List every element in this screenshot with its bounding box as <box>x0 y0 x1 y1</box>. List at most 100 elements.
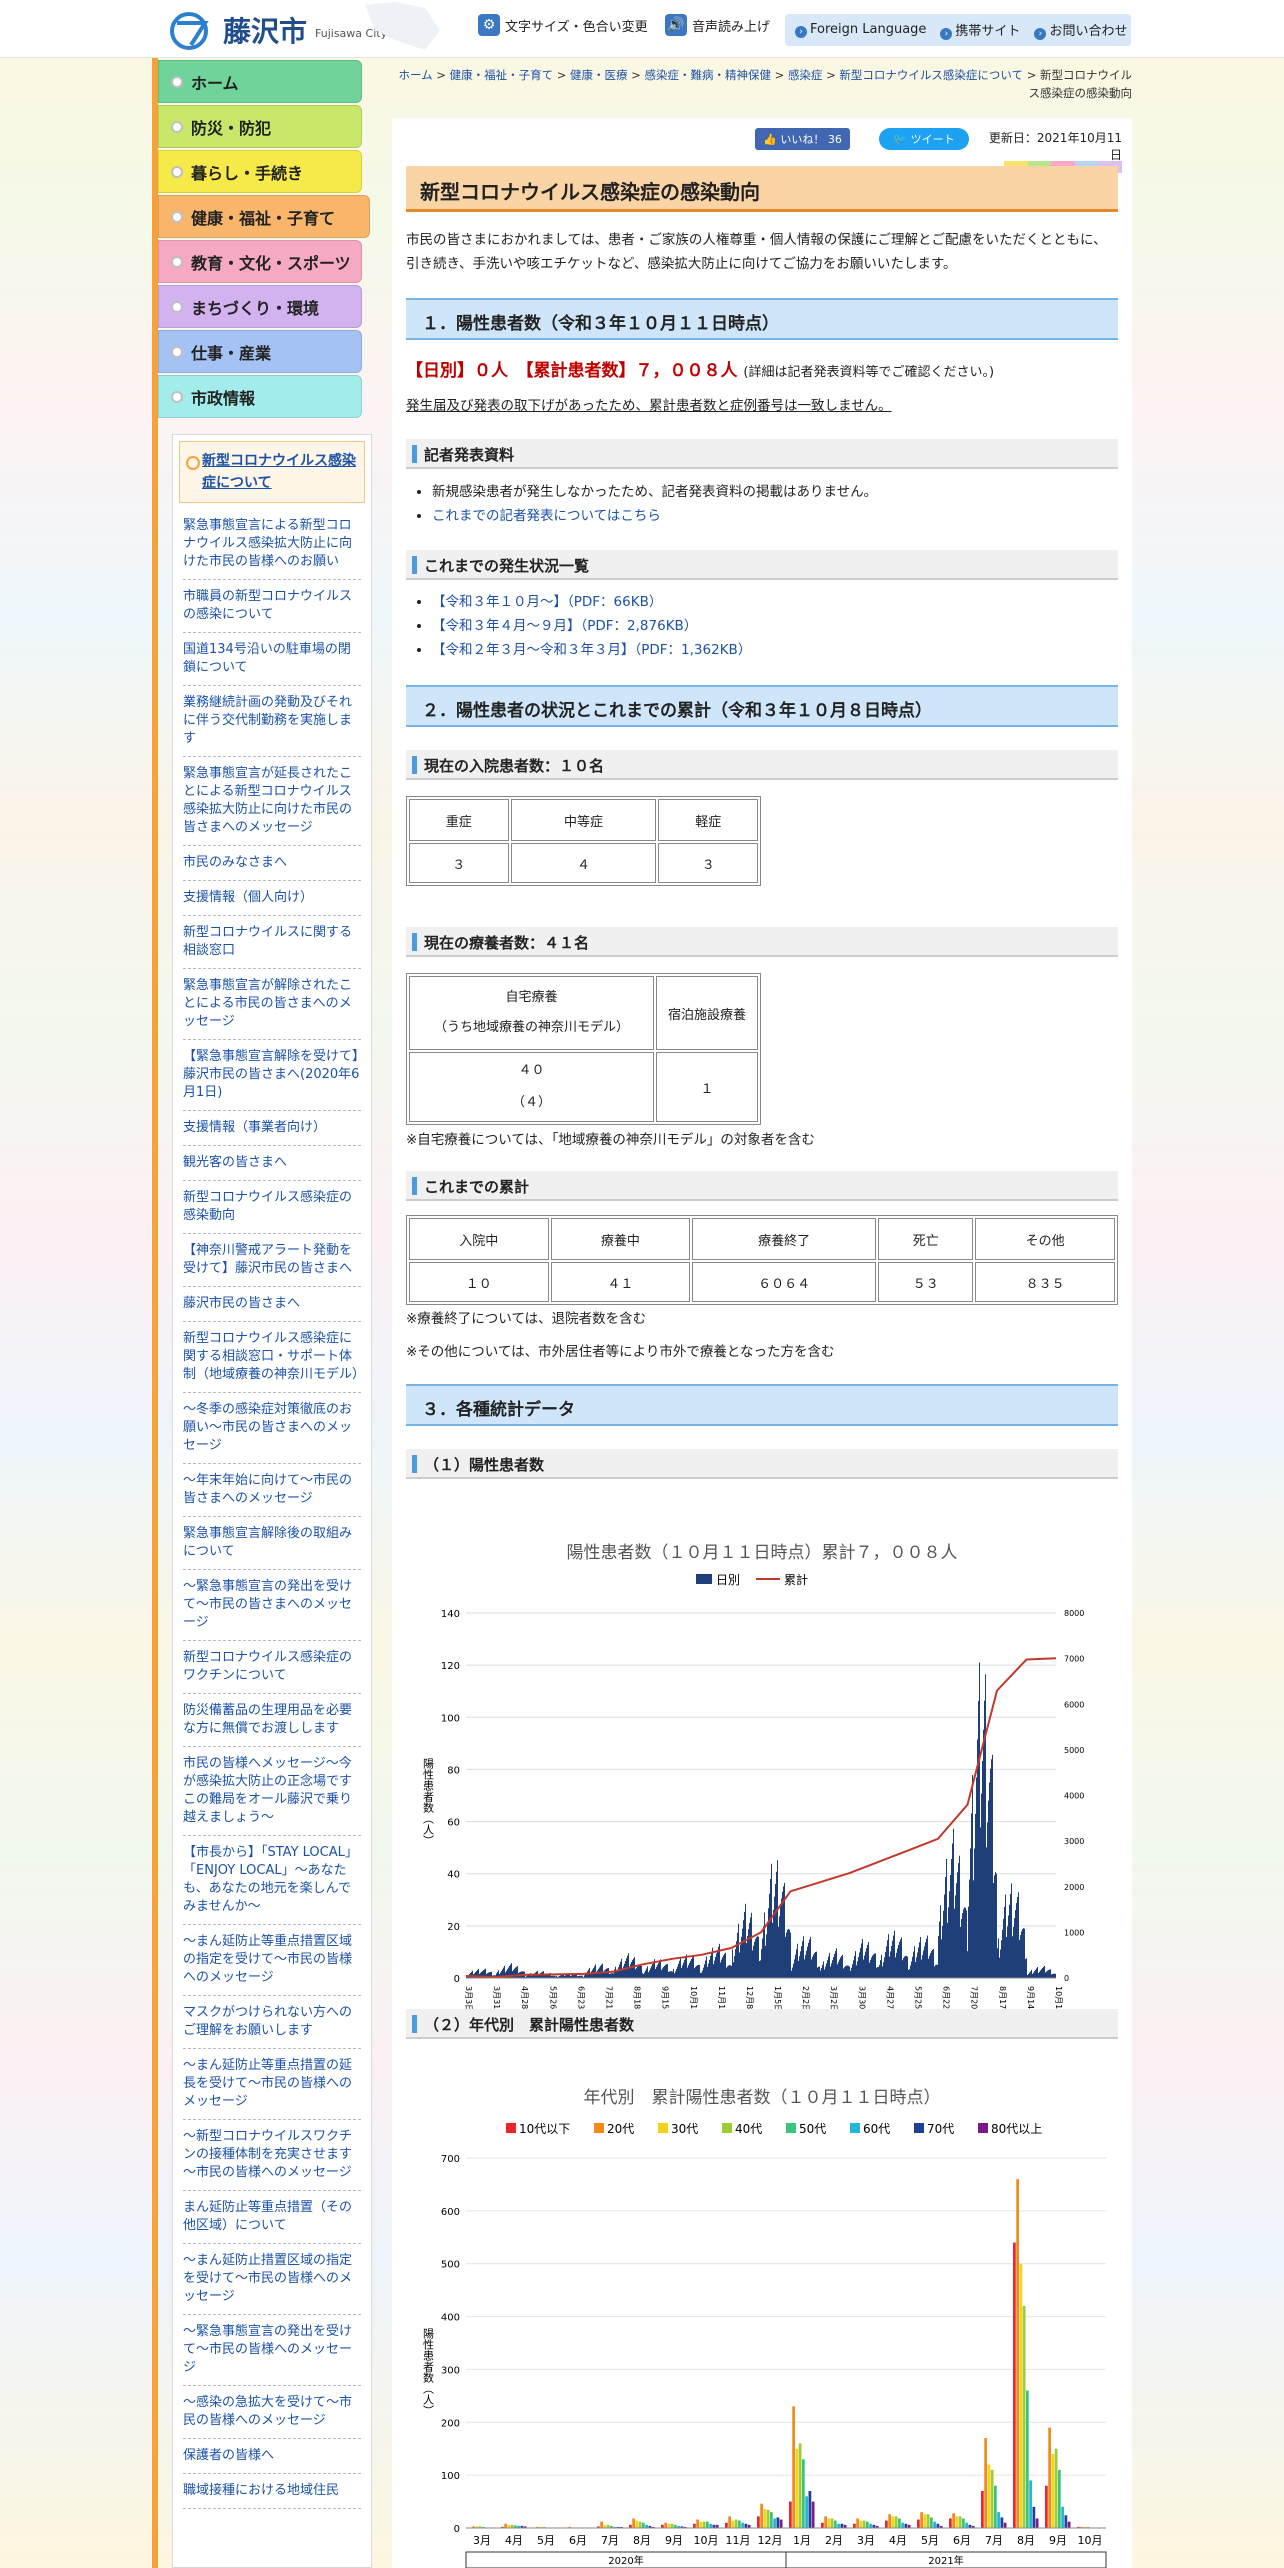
sub-nav-link[interactable]: 新型コロナウイルスに関する相談窓口 <box>183 916 361 969</box>
daily-bar <box>627 1955 628 1978</box>
daily-bar <box>859 1952 860 1978</box>
sub-nav-link[interactable]: 新型コロナウイルス感染症に関する相談窓口・サポート体制（地域療養の神奈川モデル） <box>183 1322 365 1393</box>
sub-nav-link[interactable]: 防災備蓄品の生理用品を必要な方に無償でお渡しします <box>183 1694 361 1747</box>
sub-nav-link[interactable]: 【市長から】「STAY LOCAL」「ENJOY LOCAL」～あなたも、あなた… <box>183 1836 361 1925</box>
legend-swatch <box>786 2123 796 2133</box>
y-tick-label: 60 <box>447 1818 460 1829</box>
sub-nav-link[interactable]: マスクがつけられない方へのご理解をお願いします <box>183 1996 361 2049</box>
daily-bar <box>1020 1935 1021 1978</box>
daily-bar <box>845 1966 846 1978</box>
y2-tick-label: 1000 <box>1064 1928 1084 1937</box>
table-header: 療養終了 <box>692 1218 877 1260</box>
daily-bar <box>830 1966 831 1978</box>
breadcrumb-link[interactable]: 新型コロナウイルス感染症について <box>839 68 1023 82</box>
history-link[interactable]: 【令和２年３月～令和３年３月】（PDF：1,362KB） <box>432 638 751 662</box>
sub-nav-link[interactable]: ～冬季の感染症対策徹底のお願い～市民の皆さまへのメッセージ <box>183 1393 361 1464</box>
sub-nav-link[interactable]: 緊急事態宣言が解除されたことによる市民の皆さまへのメッセージ <box>183 969 361 1040</box>
daily-bar <box>840 1957 841 1978</box>
sub-nav-link[interactable]: 保護者の皆様へ <box>183 2439 361 2474</box>
daily-bar <box>989 1782 990 1978</box>
daily-bar <box>850 1970 851 1978</box>
nav-item[interactable]: ホーム <box>158 60 362 103</box>
sub-nav-link[interactable]: まん延防止等重点措置（その他区域）について <box>183 2191 361 2244</box>
sub-nav-link[interactable]: 緊急事態宣言解除後の取組みについて <box>183 1517 361 1570</box>
breadcrumb-link[interactable]: 健康・医療 <box>570 68 628 82</box>
daily-bar <box>812 1956 813 1978</box>
cumulative-note-1: ※療養終了については、退院者数を含む <box>406 1311 647 1327</box>
sub-nav-link[interactable]: 【緊急事態宣言解除を受けて】藤沢市民の皆さまへ(2020年6月1日) <box>183 1040 361 1111</box>
daily-bar <box>759 1960 760 1978</box>
daily-bar <box>787 1929 788 1978</box>
bar <box>1048 2427 1051 2528</box>
press-link[interactable]: これまでの記者発表についてはこちら <box>432 504 877 528</box>
sub-nav-link[interactable]: 緊急事態宣言による新型コロナウイルス感染拡大防止に向けた市民の皆様へのお願い <box>183 509 361 580</box>
nav-item[interactable]: 仕事・産業 <box>158 330 362 373</box>
voice-button[interactable]: 🔊 音声読み上げ <box>665 14 770 36</box>
nav-item[interactable]: 暮らし・手続き <box>158 150 362 193</box>
mobile-site-link[interactable]: › 携帯サイト <box>940 20 1020 40</box>
nav-item[interactable]: まちづくり・環境 <box>158 285 362 328</box>
sub-nav-link[interactable]: ～年末年始に向けて～市民の皆さまへのメッセージ <box>183 1464 361 1517</box>
sub-nav-link[interactable]: ～まん延防止等重点措置区域の指定を受けて～市民の皆様へのメッセージ <box>183 1925 361 1996</box>
breadcrumb-link[interactable]: ホーム <box>398 68 432 82</box>
breadcrumb-link[interactable]: 感染症 <box>788 68 823 82</box>
sub-nav-link[interactable]: 市民のみなさまへ <box>183 846 361 881</box>
daily-bar <box>1003 1918 1004 1978</box>
sub-nav-link[interactable]: 職域接種における地域住民 <box>183 2474 361 2509</box>
breadcrumb-link[interactable]: 健康・福祉・子育て <box>450 68 554 82</box>
daily-bar <box>1026 1958 1027 1978</box>
sub-nav-link[interactable]: 市職員の新型コロナウイルスの感染について <box>183 580 361 633</box>
daily-bar <box>831 1963 832 1978</box>
daily-bar <box>781 1898 782 1978</box>
breadcrumb-link[interactable]: 感染症・難病・精神保健 <box>644 68 771 82</box>
sub-nav-title[interactable]: 新型コロナウイルス感染症について <box>179 441 365 503</box>
sub-nav-link[interactable]: 市民の皆様へメッセージ～今が感染拡大防止の正念場です この難局をオール藤沢で乗り… <box>183 1747 361 1836</box>
sub-nav-link[interactable]: ～緊急事態宣言の発出を受けて～市民の皆様へのメッセージ <box>183 2315 361 2386</box>
sub-nav-link[interactable]: 新型コロナウイルス感染症の感染動向 <box>183 1181 361 1234</box>
sub-nav-link[interactable]: 【神奈川警戒アラート発動を受けて】藤沢市民の皆さまへ <box>183 1234 361 1287</box>
sub-nav-link[interactable]: 支援情報（事業者向け） <box>183 1111 361 1146</box>
daily-bar <box>994 1875 995 1978</box>
bar <box>693 2523 696 2528</box>
facebook-like-button[interactable]: 👍 いいね！ 36 <box>755 128 850 150</box>
daily-bar <box>595 1964 596 1978</box>
sub-nav-link[interactable]: ～新型コロナウイルスワクチンの接種体制を充実させます～市民の皆様へのメッセージ <box>183 2120 361 2191</box>
cumulative-line <box>465 1657 1057 1979</box>
contact-link[interactable]: › お問い合わせ <box>1034 20 1127 40</box>
history-link[interactable]: 【令和３年４月～９月】（PDF：2,876KB） <box>432 614 751 638</box>
font-size-button[interactable]: ⚙ 文字サイズ・色合い変更 <box>478 14 648 36</box>
nav-item[interactable]: 健康・福祉・子育て <box>158 195 370 238</box>
daily-bar <box>747 1935 748 1978</box>
daily-bar <box>879 1964 880 1978</box>
nav-item[interactable]: 防災・防犯 <box>158 105 362 148</box>
daily-bar <box>1038 1972 1039 1978</box>
sub-nav-link[interactable]: ～まん延防止措置区域の指定を受けて～市民の皆様へのメッセージ <box>183 2244 361 2315</box>
daily-bar <box>925 1942 926 1978</box>
table-cell: ３ <box>658 843 758 883</box>
sub-nav-link[interactable]: 緊急事態宣言が延長されたことによる新型コロナウイルス感染拡大防止に向けた市民の皆… <box>183 757 361 846</box>
daily-bar <box>936 1964 937 1978</box>
daily-bar <box>734 1956 735 1978</box>
sub-nav-link[interactable]: ～緊急事態宣言の発出を受けて～市民の皆さまへのメッセージ <box>183 1570 361 1641</box>
nav-item[interactable]: 教育・文化・スポーツ <box>158 240 362 283</box>
daily-bar <box>1031 1969 1032 1978</box>
legend-label: 50代 <box>799 2122 826 2136</box>
site-logo[interactable]: 藤沢市 Fujisawa City <box>165 8 387 52</box>
sub-nav-link[interactable]: 国道134号沿いの駐車場の閉鎖について <box>183 633 361 686</box>
sub-nav-link[interactable]: 業務継続計画の発動及びそれに伴う交代制勤務を実施します <box>183 686 361 757</box>
sub-nav-link[interactable]: 支援情報（個人向け） <box>183 881 361 916</box>
count-note: 発生届及び発表の取下げがあったため、累計患者数と症例番号は一致しません。 <box>406 398 892 414</box>
foreign-language-link[interactable]: › Foreign Language <box>795 22 926 38</box>
history-link[interactable]: 【令和３年１０月～】（PDF：66KB） <box>432 590 751 614</box>
sub-nav-link[interactable]: 藤沢市民の皆さまへ <box>183 1287 361 1322</box>
sub-nav-link[interactable]: ～感染の急拡大を受けて～市民の皆様へのメッセージ <box>183 2386 361 2439</box>
daily-bar <box>682 1965 683 1978</box>
sub-nav-link[interactable]: 新型コロナウイルス感染症のワクチンについて <box>183 1641 361 1694</box>
nav-item[interactable]: 市政情報 <box>158 375 362 418</box>
sub-nav-link[interactable]: 観光客の皆さまへ <box>183 1146 361 1181</box>
tweet-button[interactable]: 🐦 ツイート <box>879 128 969 150</box>
sub-nav-link[interactable]: ～まん延防止等重点措置の延長を受けて～市民の皆様へのメッセージ <box>183 2049 361 2120</box>
bar <box>955 2516 959 2528</box>
daily-bar <box>968 1906 969 1978</box>
legend-swatch <box>850 2123 860 2133</box>
